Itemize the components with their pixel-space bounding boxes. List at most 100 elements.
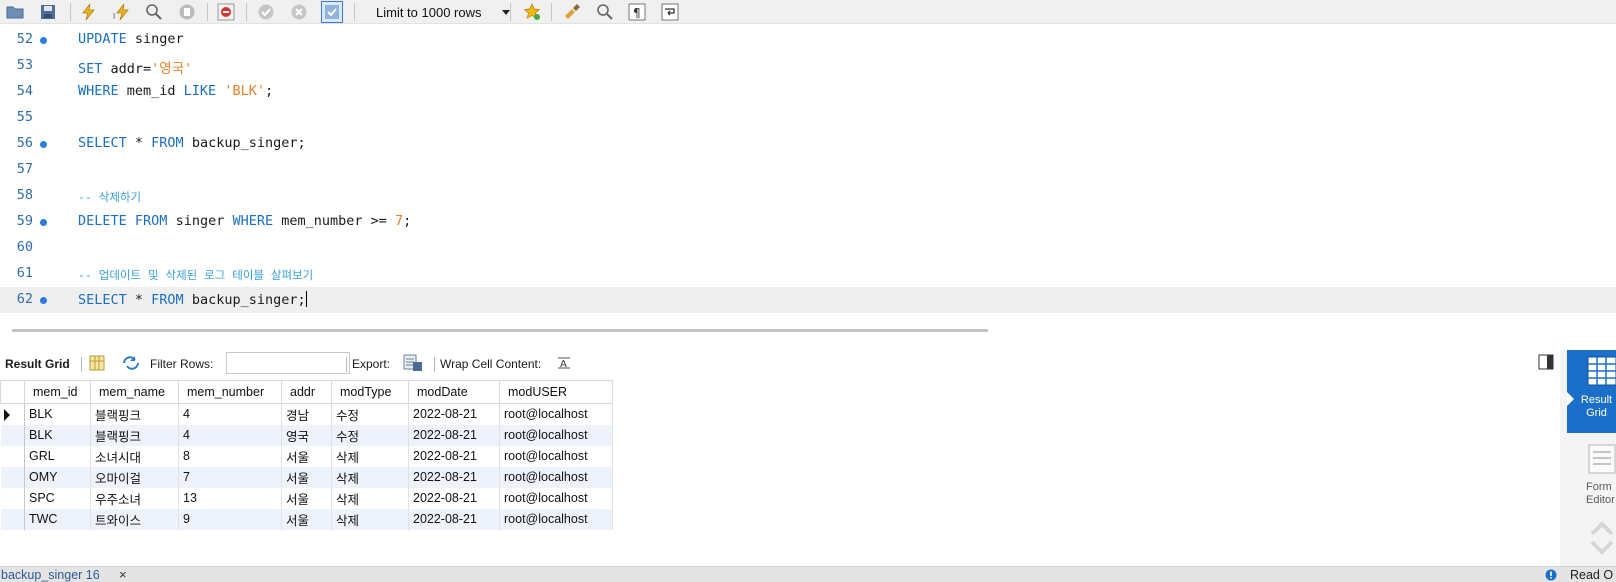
toggle-stop-on-error-icon[interactable] — [215, 1, 237, 23]
stop-icon[interactable] — [176, 1, 198, 23]
grid-cell[interactable]: root@localhost — [499, 445, 613, 467]
grid-cell[interactable]: root@localhost — [499, 487, 613, 509]
export-icon[interactable] — [403, 354, 423, 375]
grid-cell[interactable]: 오마이걸 — [90, 466, 179, 488]
result-grid[interactable]: mem_id mem_name mem_number addr modType … — [0, 380, 613, 530]
grid-cell[interactable]: 서울 — [281, 487, 332, 509]
editor-line: 58 -- 삭제하기 — [0, 183, 1616, 209]
toggle-side-panel-icon[interactable] — [1538, 354, 1554, 373]
editor-line-current: 62 SELECT * FROM backup_singer; — [0, 287, 1616, 313]
row-header[interactable] — [0, 424, 25, 446]
autocommit-toggle-icon[interactable] — [321, 1, 343, 23]
find-magnifier-icon[interactable] — [594, 1, 616, 23]
grid-cell[interactable]: root@localhost — [499, 508, 613, 530]
grid-cell[interactable]: 트와이스 — [90, 508, 179, 530]
grid-cell[interactable]: root@localhost — [499, 403, 613, 425]
grid-cell[interactable]: 서울 — [281, 508, 332, 530]
grid-cell[interactable]: 4 — [178, 403, 282, 425]
grid-cell[interactable]: 2022-08-21 — [408, 445, 500, 467]
result-grid-tab-icon — [1587, 356, 1616, 389]
table-row[interactable]: BLK 블랙핑크 4 영국 수정 2022-08-21 root@localho… — [0, 424, 613, 446]
limit-rows-select[interactable]: Limit to 1000 rows — [366, 2, 522, 22]
editor-horizontal-scrollbar[interactable] — [12, 329, 988, 332]
word-wrap-icon[interactable] — [659, 1, 681, 23]
grid-cell[interactable]: 삭제 — [331, 466, 409, 488]
grid-cell[interactable]: 13 — [178, 487, 282, 509]
form-editor-label[interactable]: Form Editor — [1586, 481, 1616, 507]
grid-cell[interactable]: 2022-08-21 — [408, 487, 500, 509]
row-header[interactable] — [0, 487, 25, 509]
execute-lightning-icon[interactable] — [78, 1, 100, 23]
current-row-pointer-icon — [3, 409, 10, 421]
invisible-chars-icon[interactable]: ¶ — [626, 1, 648, 23]
chevron-up-down-icon[interactable] — [1588, 518, 1616, 561]
line-number: 55 — [16, 109, 33, 125]
grid-cell[interactable]: 7 — [178, 466, 282, 488]
open-folder-icon[interactable] — [4, 1, 26, 23]
row-header[interactable] — [0, 508, 25, 530]
rollback-cancel-icon[interactable] — [288, 1, 310, 23]
column-header[interactable]: mem_name — [90, 380, 179, 404]
form-editor-icon[interactable] — [1588, 444, 1616, 477]
grid-cell[interactable]: 수정 — [331, 403, 409, 425]
grid-cell[interactable]: 8 — [178, 445, 282, 467]
editor-line: 57 — [0, 157, 1616, 183]
grid-cell[interactable]: 2022-08-21 — [408, 508, 500, 530]
grid-cell[interactable]: 삭제 — [331, 508, 409, 530]
grid-cell[interactable]: SPC — [24, 487, 91, 509]
refresh-icon[interactable] — [121, 355, 141, 374]
grid-cell[interactable]: root@localhost — [499, 466, 613, 488]
grid-cell[interactable]: TWC — [24, 508, 91, 530]
explain-magnifier-icon[interactable] — [143, 1, 165, 23]
table-row[interactable]: BLK 블랙핑크 4 경남 수정 2022-08-21 root@localho… — [0, 403, 613, 425]
result-grid-tab[interactable]: Result Grid — [1567, 350, 1616, 433]
column-header[interactable]: modDate — [408, 380, 500, 404]
column-header[interactable]: modUSER — [499, 380, 613, 404]
result-tab-label[interactable]: backup_singer 16 — [1, 568, 100, 582]
close-icon[interactable]: × — [119, 567, 127, 582]
grid-cell[interactable]: root@localhost — [499, 424, 613, 446]
grid-cell[interactable]: GRL — [24, 445, 91, 467]
grid-cell[interactable]: 경남 — [281, 403, 332, 425]
code-text: SELECT * FROM backup_singer; — [78, 291, 307, 308]
beautify-brush-icon[interactable] — [561, 1, 583, 23]
grid-cell[interactable]: 9 — [178, 508, 282, 530]
grid-cell[interactable]: 영국 — [281, 424, 332, 446]
commit-check-icon[interactable] — [255, 1, 277, 23]
statement-marker-icon — [40, 37, 47, 44]
execute-current-icon[interactable]: I — [111, 1, 133, 23]
grid-cell[interactable]: 블랙핑크 — [90, 424, 179, 446]
column-header[interactable]: mem_id — [24, 380, 91, 404]
grid-cell[interactable]: 서울 — [281, 445, 332, 467]
grid-columns-icon[interactable] — [89, 355, 105, 374]
grid-cell[interactable]: 우주소녀 — [90, 487, 179, 509]
filter-rows-input[interactable] — [226, 352, 350, 374]
row-header[interactable] — [0, 445, 25, 467]
grid-cell[interactable]: BLK — [24, 403, 91, 425]
grid-cell[interactable]: 서울 — [281, 466, 332, 488]
table-row[interactable]: OMY 오마이걸 7 서울 삭제 2022-08-21 root@localho… — [0, 466, 613, 488]
grid-cell[interactable]: 삭제 — [331, 445, 409, 467]
row-header[interactable] — [0, 466, 25, 488]
grid-cell[interactable]: 블랙핑크 — [90, 403, 179, 425]
table-row[interactable]: TWC 트와이스 9 서울 삭제 2022-08-21 root@localho… — [0, 508, 613, 530]
grid-cell[interactable]: OMY — [24, 466, 91, 488]
table-row[interactable]: SPC 우주소녀 13 서울 삭제 2022-08-21 root@localh… — [0, 487, 613, 509]
column-header[interactable]: modType — [331, 380, 409, 404]
row-header[interactable] — [0, 403, 25, 425]
grid-cell[interactable]: BLK — [24, 424, 91, 446]
grid-cell[interactable]: 수정 — [331, 424, 409, 446]
grid-cell[interactable]: 2022-08-21 — [408, 466, 500, 488]
grid-cell[interactable]: 삭제 — [331, 487, 409, 509]
wrap-cell-toggle-icon[interactable]: A — [556, 355, 572, 374]
column-header[interactable]: addr — [281, 380, 332, 404]
grid-cell[interactable]: 소녀시대 — [90, 445, 179, 467]
save-icon[interactable] — [37, 1, 59, 23]
grid-cell[interactable]: 4 — [178, 424, 282, 446]
add-snippet-star-icon[interactable] — [521, 1, 543, 23]
grid-cell[interactable]: 2022-08-21 — [408, 424, 500, 446]
table-row[interactable]: GRL 소녀시대 8 서울 삭제 2022-08-21 root@localho… — [0, 445, 613, 467]
sql-editor[interactable]: 52 UPDATE singer 53 SET addr='영국' 54 WHE… — [0, 26, 1616, 318]
grid-cell[interactable]: 2022-08-21 — [408, 403, 500, 425]
column-header[interactable]: mem_number — [178, 380, 282, 404]
